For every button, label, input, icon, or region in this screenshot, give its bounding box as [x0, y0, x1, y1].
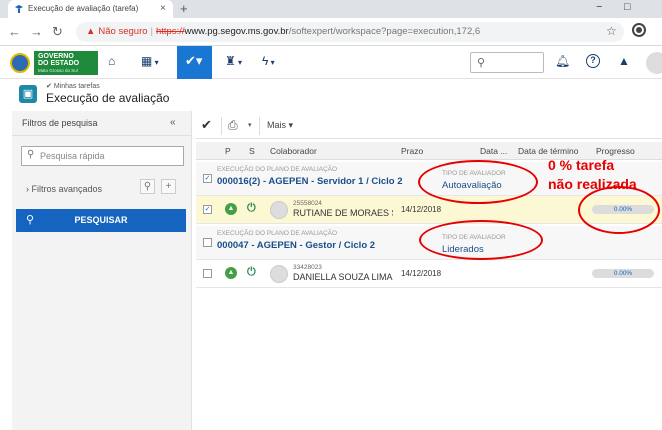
column-collaborator[interactable]: Colaborador: [270, 146, 317, 156]
security-status: Não seguro: [98, 26, 148, 37]
back-arrow-icon[interactable]: ←: [8, 24, 21, 39]
browser-tab-title: Execução de avaliação (tarefa): [28, 4, 139, 13]
trophy-icon[interactable]: ♜: [225, 54, 242, 68]
print-dropdown-icon[interactable]: ▾: [248, 121, 252, 129]
graduation-cap-icon[interactable]: ▲: [618, 54, 630, 68]
filter-add-icon[interactable]: +: [161, 179, 176, 194]
annotation-circle-autoavaliacao: [418, 160, 538, 204]
softexpert-tab-icon: [15, 5, 23, 13]
table-row[interactable]: ▲ ⏻ 33428023 DANIELLA SOUZA LIMA S 14/12…: [196, 260, 662, 288]
row-checkbox[interactable]: ✓: [203, 205, 212, 214]
logo-line-3: Mato Grosso do Sul: [38, 68, 78, 73]
filter-panel-header: Filtros de pesquisa «: [12, 111, 192, 136]
account-icon[interactable]: [632, 23, 646, 37]
address-separator: |: [150, 26, 153, 37]
help-icon[interactable]: ?: [586, 54, 600, 68]
browser-tab[interactable]: Execução de avaliação (tarefa) ×: [8, 0, 173, 18]
row-checkbox[interactable]: [203, 269, 212, 278]
group-checkbox[interactable]: ✓: [203, 174, 212, 183]
annotation-circle-liderados: [419, 220, 543, 260]
collaborator-name: DANIELLA SOUZA LIMA S: [293, 272, 393, 282]
advanced-filter-actions: ⚲ +: [134, 179, 176, 194]
bookmark-star-icon[interactable]: ☆: [606, 24, 617, 38]
search-icon: ⚲: [27, 149, 35, 160]
plan-label: EXECUÇÃO DO PLANO DE AVALIAÇÃO: [217, 166, 338, 173]
logo-line-2: DO ESTADO: [38, 60, 80, 67]
tab-close-icon[interactable]: ×: [160, 3, 166, 14]
search-button[interactable]: ⚲ PESQUISAR: [16, 209, 186, 232]
state-seal-icon: [10, 53, 30, 73]
advanced-filters-toggle[interactable]: › Filtros avançados: [26, 184, 102, 194]
collaborator-name: RUTIANE DE MORAES S.: [293, 208, 393, 218]
progress-bar: 0.00%: [592, 269, 654, 278]
search-icon: ⚲: [477, 57, 486, 69]
breadcrumb[interactable]: ✔ Minhas tarefas: [46, 82, 100, 90]
search-button-label: PESQUISAR: [74, 215, 128, 225]
avatar: [270, 201, 288, 219]
annotation-line-1: 0 % tarefa: [548, 157, 615, 173]
toolbar-divider: [221, 117, 222, 135]
column-p[interactable]: P: [225, 146, 231, 156]
evaluation-icon: ▣: [19, 85, 37, 103]
deadline-value: 14/12/2018: [401, 269, 442, 278]
advanced-filters-label: Filtros avançados: [31, 184, 103, 194]
url-scheme: https://: [156, 26, 185, 37]
annotation-circle-progress: [578, 186, 660, 234]
warning-icon: ▲: [86, 26, 96, 37]
print-icon[interactable]: ⎙: [228, 118, 238, 133]
logo-text-box: GOVERNO DO ESTADO Mato Grosso do Sul: [34, 51, 98, 75]
column-deadline[interactable]: Prazo: [401, 146, 423, 156]
filter-panel: Filtros de pesquisa « ⚲ Pesquisa rápida …: [12, 111, 192, 430]
new-tab-button[interactable]: +: [180, 1, 188, 16]
notification-bell-icon[interactable]: 🔔︎: [555, 54, 570, 68]
page-header: ▣ ✔ Minhas tarefas Execução de avaliação: [0, 79, 662, 109]
toolbar-divider: [259, 117, 260, 135]
grid-toolbar: ✔ ⎙ ▾ Mais ▾: [196, 113, 662, 139]
deadline-value: 14/12/2018: [401, 205, 442, 214]
breadcrumb-label: Minhas tarefas: [53, 83, 100, 90]
plan-title[interactable]: 000047 - AGEPEN - Gestor / Ciclo 2: [217, 240, 375, 251]
user-avatar[interactable]: [646, 52, 662, 74]
status-up-icon: ▲: [225, 267, 237, 279]
page-title: Execução de avaliação: [46, 91, 170, 105]
tasks-check-icon[interactable]: ✔▾: [177, 46, 212, 79]
status-up-icon: ▲: [225, 203, 237, 215]
modules-icon[interactable]: ▦: [141, 54, 159, 68]
column-progress[interactable]: Progresso: [596, 146, 635, 156]
reload-icon[interactable]: ↻: [52, 24, 63, 40]
power-icon[interactable]: ⏻: [247, 202, 256, 215]
more-menu-button[interactable]: Mais ▾: [267, 120, 293, 131]
collaborator-id: 33428023: [293, 264, 322, 271]
minimize-icon[interactable]: −: [596, 1, 602, 13]
column-s[interactable]: S: [249, 146, 255, 156]
group-checkbox[interactable]: [203, 238, 212, 247]
plan-title[interactable]: 000016(2) - AGEPEN - Servidor 1 / Ciclo …: [217, 176, 403, 187]
url-path: /softexpert/workspace?page=execution,172…: [288, 26, 481, 37]
address-bar[interactable]: ▲ Não seguro | https://www.pg.segov.ms.gov.…: [76, 22, 624, 42]
quick-search-placeholder: Pesquisa rápida: [40, 151, 105, 161]
lightning-icon[interactable]: ϟ: [262, 54, 275, 68]
more-menu-label: Mais: [267, 120, 287, 130]
filter-clear-icon[interactable]: ⚲: [140, 179, 155, 194]
home-icon[interactable]: ⌂: [108, 54, 115, 68]
maximize-icon[interactable]: □: [624, 1, 631, 13]
government-logo: GOVERNO DO ESTADO Mato Grosso do Sul: [10, 51, 98, 75]
plan-label: EXECUÇÃO DO PLANO DE AVALIAÇÃO: [217, 230, 338, 237]
filter-panel-title: Filtros de pesquisa: [22, 118, 98, 128]
app-header: GOVERNO DO ESTADO Mato Grosso do Sul ⌂ ▦…: [0, 46, 662, 79]
column-date[interactable]: Data ...: [480, 146, 507, 156]
avatar: [270, 265, 288, 283]
execute-check-icon[interactable]: ✔: [201, 117, 212, 133]
collaborator-id: 25558024: [293, 200, 322, 207]
header-search-input[interactable]: ⚲: [470, 52, 544, 73]
collapse-panel-icon[interactable]: «: [170, 117, 176, 128]
browser-toolbar: ← → ↻ ▲ Não seguro | https://www.pg.segov.m…: [0, 18, 662, 46]
forward-arrow-icon[interactable]: →: [30, 24, 43, 39]
quick-search-input[interactable]: ⚲ Pesquisa rápida: [21, 146, 184, 166]
browser-tab-strip: Execução de avaliação (tarefa) × + − □: [0, 0, 662, 18]
power-icon[interactable]: ⏻: [247, 266, 256, 279]
url-host: www.pg.segov.ms.gov.br: [184, 26, 289, 37]
logo-line-1: GOVERNO: [38, 53, 74, 60]
column-end-date[interactable]: Data de término: [518, 146, 578, 156]
